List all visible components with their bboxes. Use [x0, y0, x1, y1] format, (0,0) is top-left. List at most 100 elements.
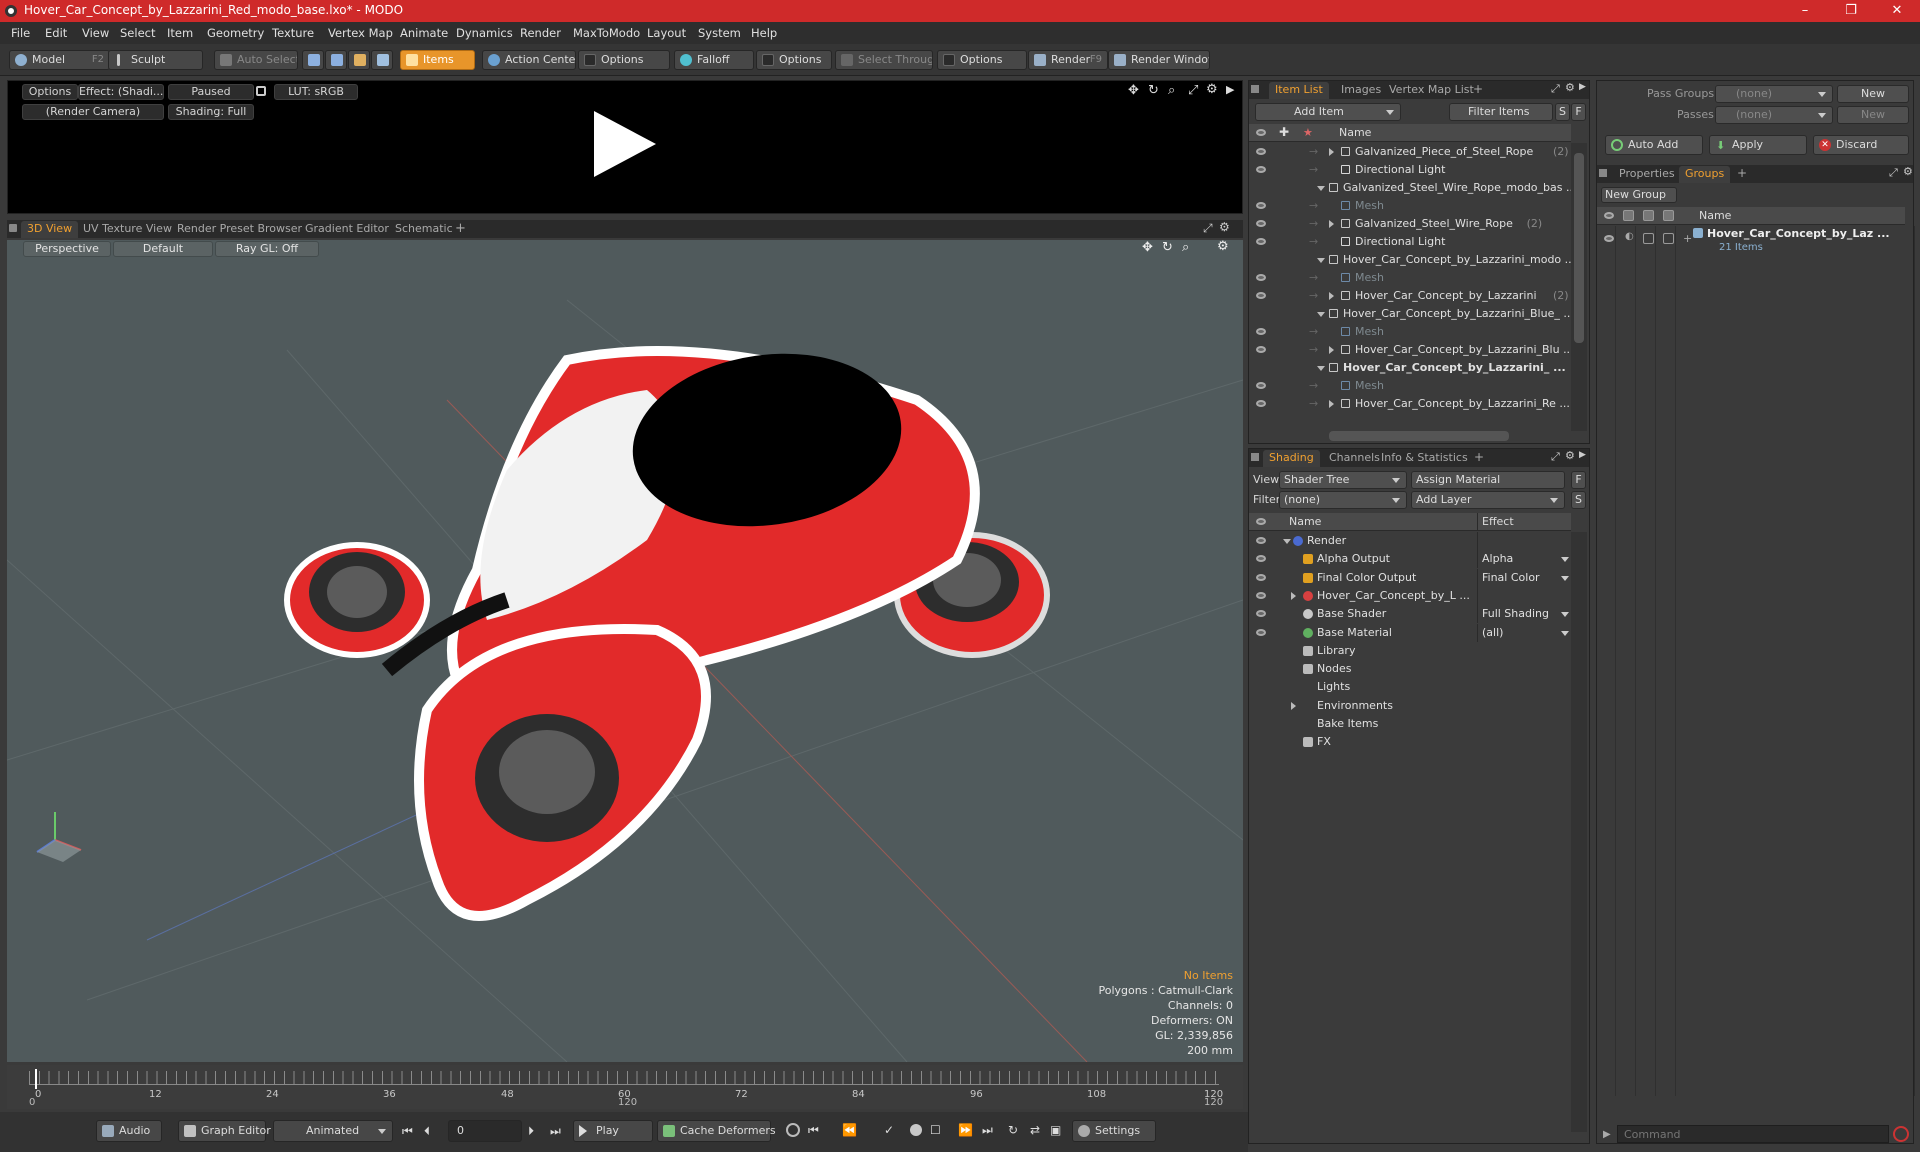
select-through-button[interactable]: Select Through [835, 50, 933, 70]
shader-tree-row[interactable]: Library [1249, 642, 1571, 660]
shader-tree-row[interactable]: Render [1249, 532, 1571, 550]
menu-animate[interactable]: Animate [400, 26, 448, 40]
menu-texture[interactable]: Texture [272, 26, 314, 40]
frame-field[interactable]: 0 [448, 1120, 522, 1142]
shader-tree-row[interactable]: Final Color Output Final Color [1249, 568, 1571, 587]
menu-help[interactable]: Help [751, 26, 777, 40]
graph-editor-button[interactable]: Graph Editor [178, 1120, 271, 1142]
shader-tree-row[interactable]: FX [1249, 733, 1571, 751]
new-pass-group-button[interactable]: New [1837, 85, 1909, 103]
timeline[interactable]: 0 12 24 36 48 60 72 84 96 108 120 0 120 … [7, 1065, 1243, 1109]
assign-material-button[interactable]: Assign Material [1411, 471, 1565, 489]
auto-add-button[interactable]: Auto Add [1605, 135, 1703, 155]
render-window-button[interactable]: Render Window [1108, 50, 1210, 70]
item-list-row[interactable]: → Directional Light [1249, 233, 1571, 251]
eye-icon[interactable] [1256, 129, 1266, 136]
menu-dynamics[interactable]: Dynamics [456, 26, 513, 40]
menu-edit[interactable]: Edit [45, 26, 67, 40]
action-center-options-button[interactable]: Options [578, 50, 670, 70]
eye-icon[interactable] [1256, 537, 1266, 544]
eye-icon[interactable] [1256, 382, 1266, 389]
tab-images[interactable]: Images [1335, 82, 1387, 99]
step-forward-icon[interactable]: ⏵ [528, 1124, 534, 1139]
item-list-row[interactable]: → Hover_Car_Concept_by_Lazzarini (2) [1249, 287, 1571, 305]
materials-mode-button[interactable] [371, 50, 393, 70]
discard-button[interactable]: ✕ Discard [1813, 135, 1909, 155]
s-button[interactable]: S [1555, 103, 1570, 121]
expand-arrow-icon[interactable] [1291, 591, 1296, 600]
record-command-icon[interactable] [1893, 1126, 1909, 1142]
rotate-icon[interactable]: ↻ [1148, 83, 1159, 98]
menu-system[interactable]: System [698, 26, 741, 40]
item-list-row[interactable]: → Mesh [1249, 197, 1571, 215]
maximize-icon[interactable]: ⤢ [1889, 166, 1898, 180]
panel-menu-icon[interactable] [1251, 453, 1259, 461]
sync-icon[interactable]: ⇄ [1030, 1123, 1040, 1137]
pass-groups-dropdown[interactable]: (none) [1715, 85, 1833, 103]
menu-select[interactable]: Select [120, 26, 155, 40]
expand-arrow-icon[interactable]: ▶ [1226, 83, 1234, 96]
lock-column-icon[interactable]: ✚ [1279, 124, 1289, 141]
name-column-header[interactable]: Name [1339, 124, 1371, 141]
shader-tree-row[interactable]: Nodes [1249, 660, 1571, 678]
eye-icon[interactable] [1256, 238, 1266, 245]
effect-column-header[interactable]: Effect [1477, 513, 1514, 531]
item-list-row[interactable]: → Hover_Car_Concept_by_Lazzarini_Blu ... [1249, 341, 1571, 359]
eye-icon[interactable] [1256, 573, 1266, 581]
minimize-button[interactable]: – [1782, 0, 1828, 22]
expand-arrow-icon[interactable] [1329, 220, 1334, 228]
move-icon[interactable]: ✥ [1128, 83, 1139, 98]
animated-dropdown[interactable]: Animated [273, 1120, 393, 1142]
expand-arrow-icon[interactable] [1329, 148, 1334, 156]
keyframe-icon[interactable] [786, 1123, 800, 1137]
gear-icon[interactable]: ⚙ [1206, 82, 1218, 97]
type-column-icon[interactable]: ★ [1303, 124, 1313, 141]
tab-shading[interactable]: Shading [1263, 450, 1320, 467]
item-list-row[interactable]: → Mesh [1249, 377, 1571, 395]
shading-dropdown[interactable]: Shading: Full [168, 104, 254, 120]
skip-to-end-icon[interactable]: ⏭ [550, 1124, 561, 1139]
tab-groups[interactable]: Groups [1679, 166, 1731, 183]
3d-viewport[interactable]: Perspective Default Ray GL: Off ✥ ↻ ⌕ ⚙ [7, 240, 1243, 1062]
step-back-icon[interactable]: ⏴ [424, 1124, 430, 1139]
lut-dropdown[interactable]: LUT: sRGB [274, 84, 358, 100]
expand-arrow-icon[interactable] [1329, 292, 1334, 300]
loop-icon[interactable]: ↻ [1008, 1123, 1018, 1137]
name-column-header[interactable]: Name [1289, 513, 1321, 530]
tab-info-statistics[interactable]: Info & Statistics [1375, 450, 1474, 467]
maximize-icon[interactable]: ⤢ [1551, 82, 1560, 96]
menu-geometry[interactable]: Geometry [207, 26, 264, 40]
item-list-row[interactable]: Hover_Car_Concept_by_Lazzarini_modo ... [1249, 251, 1571, 269]
tab-properties[interactable]: Properties [1613, 166, 1681, 183]
record-icon[interactable] [910, 1124, 922, 1136]
collapse-arrow-icon[interactable] [1317, 312, 1325, 317]
maximize-icon[interactable]: ⤢ [1203, 221, 1213, 236]
maximize-icon[interactable]: ⤢ [1551, 450, 1560, 464]
menu-item[interactable]: Item [167, 26, 193, 40]
shader-tree-scrollbar[interactable] [1571, 532, 1587, 1132]
collapse-arrow-icon[interactable] [1283, 539, 1291, 544]
play-button[interactable]: Play [573, 1120, 653, 1142]
eye-icon[interactable] [1256, 202, 1266, 209]
next-frame-icon[interactable]: ⏩ [958, 1123, 973, 1137]
render-column-icon[interactable] [1623, 210, 1634, 221]
eye-icon[interactable] [1256, 292, 1266, 299]
horizontal-scrollbar[interactable] [1329, 431, 1509, 441]
view-dropdown[interactable]: Shader Tree [1279, 471, 1407, 489]
item-list-row[interactable]: → Galvanized_Steel_Wire_Rope (2) [1249, 215, 1571, 233]
auto-key-icon[interactable]: ☐ [930, 1123, 941, 1137]
tab-vertex-map-list[interactable]: Vertex Map List [1383, 82, 1480, 99]
shader-tree-row[interactable]: Hover_Car_Concept_by_L ... [1249, 586, 1571, 605]
effect-dropdown[interactable]: Full Shading [1477, 605, 1571, 624]
scrollbar-thumb[interactable] [1574, 153, 1584, 343]
zoom-icon[interactable]: ⌕ [1168, 83, 1175, 98]
item-list-row[interactable]: Hover_Car_Concept_by_Lazzarini_ ... [1249, 359, 1571, 377]
timeline-playhead[interactable] [35, 1069, 37, 1089]
shader-tree-row[interactable]: Base Material (all) [1249, 623, 1571, 642]
add-tab-icon[interactable]: + [1737, 166, 1747, 180]
next-key-icon[interactable]: ⏭ [982, 1123, 993, 1138]
expand-arrow-icon[interactable]: ▶ [1579, 450, 1586, 460]
audio-button[interactable]: Audio [96, 1120, 162, 1142]
items-mode-button[interactable]: Items [400, 50, 475, 70]
expand-arrow-icon[interactable] [1329, 400, 1334, 408]
